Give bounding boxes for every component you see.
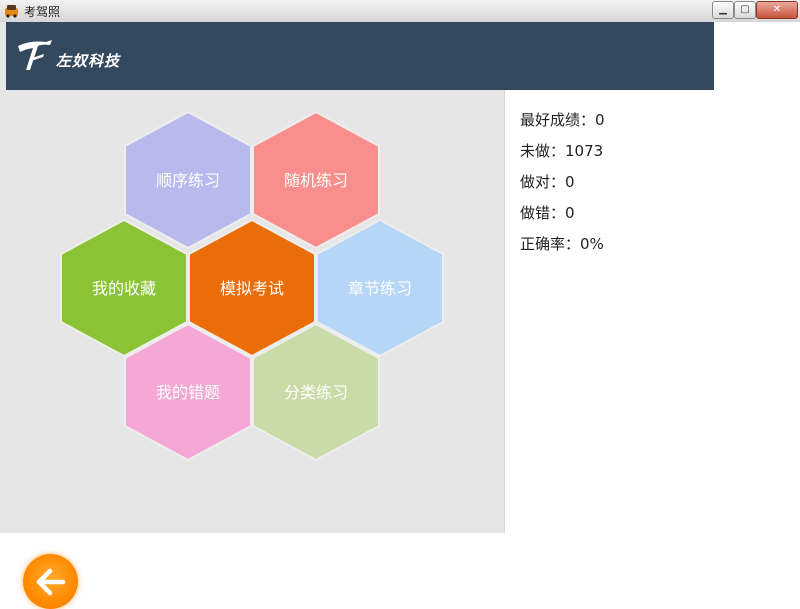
hex-label-sequential: 顺序练习 [156, 171, 220, 190]
stat-best-score: 最好成绩：0 [520, 111, 605, 129]
minimize-button[interactable]: ▁ [712, 1, 734, 19]
hex-label-category: 分类练习 [284, 383, 348, 402]
brand-logo-icon [18, 40, 52, 70]
maximize-button[interactable]: ▢ [734, 1, 756, 19]
hex-button-random[interactable]: 随机练习 [252, 110, 380, 250]
window-title: 考驾照 [24, 5, 61, 19]
hex-label-mistakes: 我的错题 [156, 383, 220, 402]
hex-menu: 顺序练习 随机练习我的收藏 模拟考试 章节练习我的错题 分类练习 [60, 110, 444, 462]
app-header: 左奴科技 [6, 22, 714, 90]
close-button[interactable]: ✕ [756, 1, 798, 19]
stat-correct: 做对：0 [520, 173, 575, 191]
app-icon [5, 5, 18, 18]
stat-accuracy: 正确率：0% [520, 235, 604, 253]
title-bar: 考驾照 ▁ ▢ ✕ [0, 0, 800, 23]
stat-wrong: 做错：0 [520, 204, 575, 222]
hex-label-random: 随机练习 [284, 171, 348, 190]
menu-panel: 顺序练习 随机练习我的收藏 模拟考试 章节练习我的错题 分类练习 [6, 90, 504, 609]
hex-label-favorites: 我的收藏 [92, 279, 156, 298]
window-right-area [714, 22, 800, 533]
hex-label-chapter: 章节练习 [348, 279, 412, 298]
stat-undone: 未做：1073 [520, 142, 604, 160]
arrow-left-icon [36, 568, 66, 596]
stats-list: 最好成绩：0 未做：1073 做对：0 做错：0 正确率：0% [520, 108, 605, 263]
hex-label-mock-exam: 模拟考试 [220, 279, 284, 298]
brand-name: 左奴科技 [56, 52, 121, 70]
hex-button-sequential[interactable]: 顺序练习 [124, 110, 252, 250]
back-button[interactable] [23, 554, 78, 609]
